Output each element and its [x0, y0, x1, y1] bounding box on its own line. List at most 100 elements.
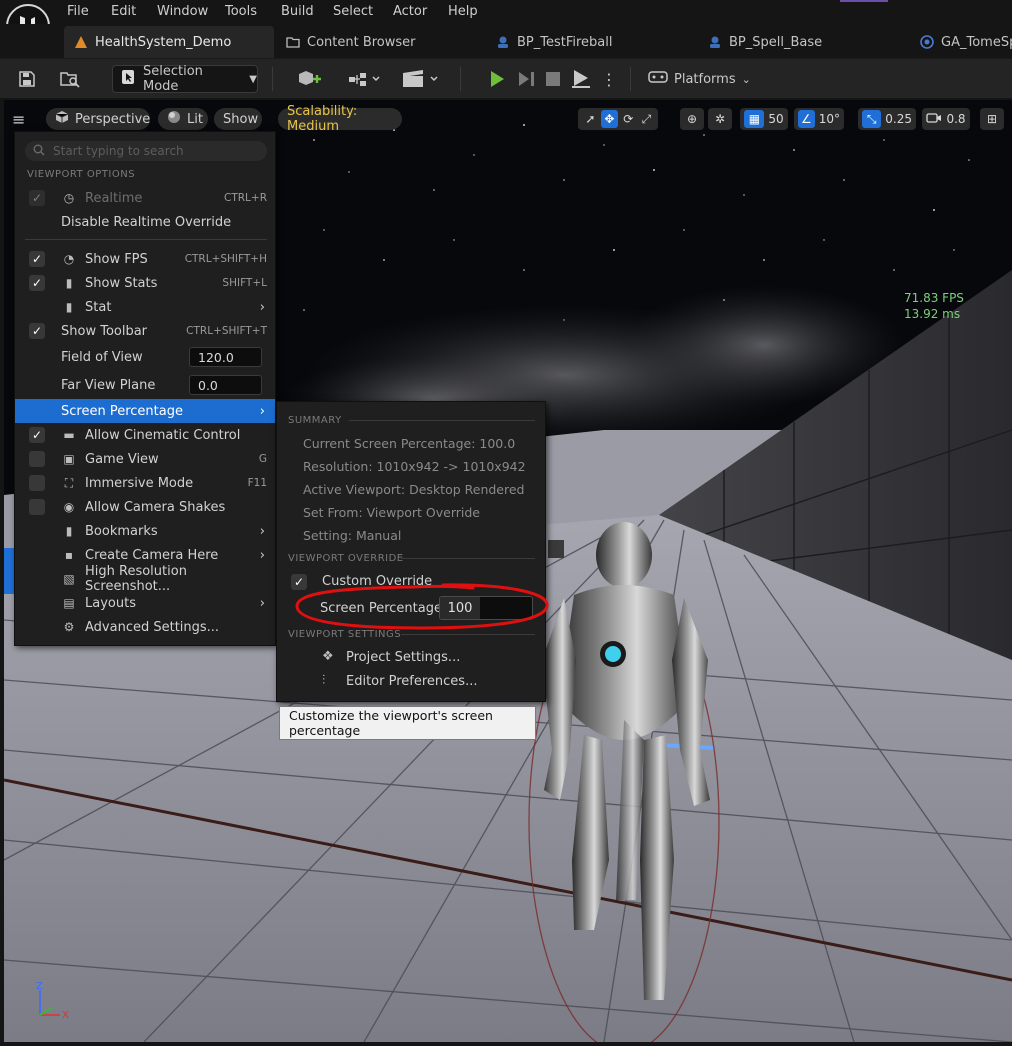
shortcut-label: CTRL+SHIFT+T: [186, 325, 267, 337]
grid-snap-button[interactable]: ▦ 50: [740, 108, 788, 130]
scale-snap-button[interactable]: ⤡ 0.25: [858, 108, 916, 130]
perspective-dropdown[interactable]: Perspective: [46, 108, 150, 130]
eject-icon[interactable]: [568, 65, 594, 93]
tab-healthsystem-demo[interactable]: HealthSystem_Demo: [64, 26, 274, 58]
surface-snap-icon[interactable]: ✲: [708, 108, 732, 130]
fps-stats: 71.83 FPS 13.92 ms: [904, 290, 964, 322]
menu-item-layouts[interactable]: ▤ Layouts ›: [15, 591, 275, 615]
tab-ga-tomesp[interactable]: GA_TomeSp: [910, 26, 1012, 58]
menu-item-field-of-view: Field of View 120.0: [15, 345, 275, 369]
menu-select[interactable]: Select: [333, 4, 373, 19]
chevron-right-icon: ›: [259, 547, 265, 563]
tab-content-browser[interactable]: Content Browser: [276, 26, 476, 58]
scale-snap-value: 0.25: [885, 112, 912, 126]
camera-speed-value: 0.8: [946, 112, 966, 126]
cinematics-button[interactable]: [398, 65, 442, 93]
menu-item-realtime[interactable]: ✓ ◷ Realtime CTRL+R: [15, 186, 275, 210]
menu-item-label: Advanced Settings...: [85, 619, 220, 635]
menu-item-allow-camera-shakes[interactable]: ◉ Allow Camera Shakes: [15, 495, 275, 519]
custom-override-checkbox[interactable]: ✓ Custom Override: [277, 570, 545, 594]
project-settings-item[interactable]: ❖ Project Settings...: [277, 645, 545, 669]
menu-item-bookmarks[interactable]: ▮ Bookmarks ›: [15, 519, 275, 543]
select-tool-icon[interactable]: ➚: [582, 112, 599, 126]
menu-item-label: Game View: [85, 451, 159, 467]
viewport-options-menu: Start typing to search VIEWPORT OPTIONS …: [14, 131, 276, 646]
summary-active-viewport: Active Viewport: Desktop Rendered: [303, 482, 525, 497]
layout-icon: ▤: [63, 596, 75, 610]
scale-tool-icon[interactable]: ⤢: [639, 112, 654, 127]
rotate-tool-icon[interactable]: ⟳: [620, 112, 637, 126]
section-viewport-options: VIEWPORT OPTIONS: [27, 169, 136, 180]
checkbox-checked-icon: ✓: [29, 275, 45, 291]
menu-item-screen-percentage[interactable]: Screen Percentage ›: [15, 399, 275, 423]
selection-mode-dropdown[interactable]: Selection Mode ▼: [112, 64, 258, 94]
editor-preferences-item[interactable]: ⫶ Editor Preferences...: [277, 669, 545, 693]
shortcut-label: F11: [247, 477, 267, 489]
tooltip: Customize the viewport's screen percenta…: [279, 706, 536, 740]
menu-build[interactable]: Build: [281, 4, 314, 19]
menu-item-immersive-mode[interactable]: ⛶ Immersive Mode F11: [15, 471, 275, 495]
menu-file[interactable]: File: [67, 4, 89, 19]
add-actor-button[interactable]: [290, 65, 330, 93]
menu-item-high-resolution-screenshot[interactable]: ▧ High Resolution Screenshot...: [15, 564, 275, 594]
lit-label: Lit: [187, 111, 203, 127]
sliders-icon: ⫶: [322, 673, 326, 688]
game-view-icon: ▣: [63, 452, 75, 466]
move-tool-icon[interactable]: ✥: [600, 110, 618, 128]
blueprint-menu-button[interactable]: [344, 65, 384, 93]
blueprint-icon: [708, 35, 722, 49]
ability-icon: [920, 35, 934, 49]
menu-help[interactable]: Help: [448, 4, 478, 19]
menu-item-allow-cinematic-control[interactable]: ✓ ▬ Allow Cinematic Control: [15, 423, 275, 447]
far-view-plane-input[interactable]: 0.0: [189, 375, 262, 395]
chevron-right-icon: ›: [259, 403, 265, 419]
tab-bp-testfireball[interactable]: BP_TestFireball: [486, 26, 686, 58]
show-dropdown[interactable]: Show: [214, 108, 262, 130]
menu-item-show-stats[interactable]: ✓ ▮ Show Stats SHIFT+L: [15, 271, 275, 295]
more-options-icon[interactable]: ⋮: [600, 65, 618, 93]
bar-chart-icon: ▮: [65, 300, 73, 314]
menu-item-game-view[interactable]: ▣ Game View G: [15, 447, 275, 471]
menu-item-disable-realtime-override[interactable]: Disable Realtime Override: [15, 210, 275, 234]
rotation-snap-button[interactable]: ∠ 10°: [794, 108, 844, 130]
field-of-view-input[interactable]: 120.0: [189, 347, 262, 367]
platforms-dropdown[interactable]: Platforms ⌄: [648, 65, 751, 93]
scalability-badge[interactable]: Scalability: Medium: [278, 104, 402, 134]
tab-bp-spell-base[interactable]: BP_Spell_Base: [698, 26, 898, 58]
transform-tools: ➚ ✥ ⟳ ⤢: [578, 108, 658, 130]
menu-item-show-toolbar[interactable]: ✓ Show Toolbar CTRL+SHIFT+T: [15, 319, 275, 343]
camera-speed-button[interactable]: 0.8: [922, 108, 970, 130]
menu-search-field[interactable]: Start typing to search: [25, 141, 267, 161]
menu-item-advanced-settings[interactable]: ⚙ Advanced Settings...: [15, 615, 275, 639]
bar-chart-icon: ▮: [65, 276, 73, 290]
menu-window[interactable]: Window: [157, 4, 208, 19]
menu-tools[interactable]: Tools: [225, 4, 257, 19]
screen-percentage-input[interactable]: 100: [439, 596, 533, 620]
folder-icon: [286, 35, 300, 49]
menu-item-stat[interactable]: ▮ Stat ›: [15, 295, 275, 319]
screen-percentage-value: 100: [440, 597, 480, 619]
play-icon[interactable]: [484, 65, 510, 93]
save-icon[interactable]: [14, 65, 40, 93]
summary-setting: Setting: Manual: [303, 528, 402, 543]
menu-actor[interactable]: Actor: [393, 4, 427, 19]
menu-item-show-fps[interactable]: ✓ ◔ Show FPS CTRL+SHIFT+H: [15, 247, 275, 271]
shortcut-label: G: [258, 453, 267, 465]
content-browser-icon[interactable]: [56, 65, 84, 93]
world-space-icon[interactable]: ⊕: [680, 108, 704, 130]
project-settings-icon: ❖: [322, 649, 334, 664]
menu-edit[interactable]: Edit: [111, 4, 136, 19]
menu-item-label: Far View Plane: [61, 377, 156, 393]
platforms-label: Platforms: [674, 71, 736, 87]
menu-item-label: Screen Percentage: [61, 403, 183, 419]
stop-icon[interactable]: [542, 65, 564, 93]
viewport-layout-icon[interactable]: ⊞: [980, 108, 1004, 130]
hamburger-menu-icon[interactable]: ≡: [12, 110, 25, 129]
step-icon[interactable]: [514, 65, 540, 93]
section-divider: [349, 420, 535, 421]
lit-dropdown[interactable]: Lit: [158, 108, 208, 130]
camera-icon: [926, 112, 942, 127]
menu-item-label: Show FPS: [85, 251, 148, 267]
shortcut-label: CTRL+R: [224, 192, 267, 204]
menu-item-label: Allow Cinematic Control: [85, 427, 241, 443]
